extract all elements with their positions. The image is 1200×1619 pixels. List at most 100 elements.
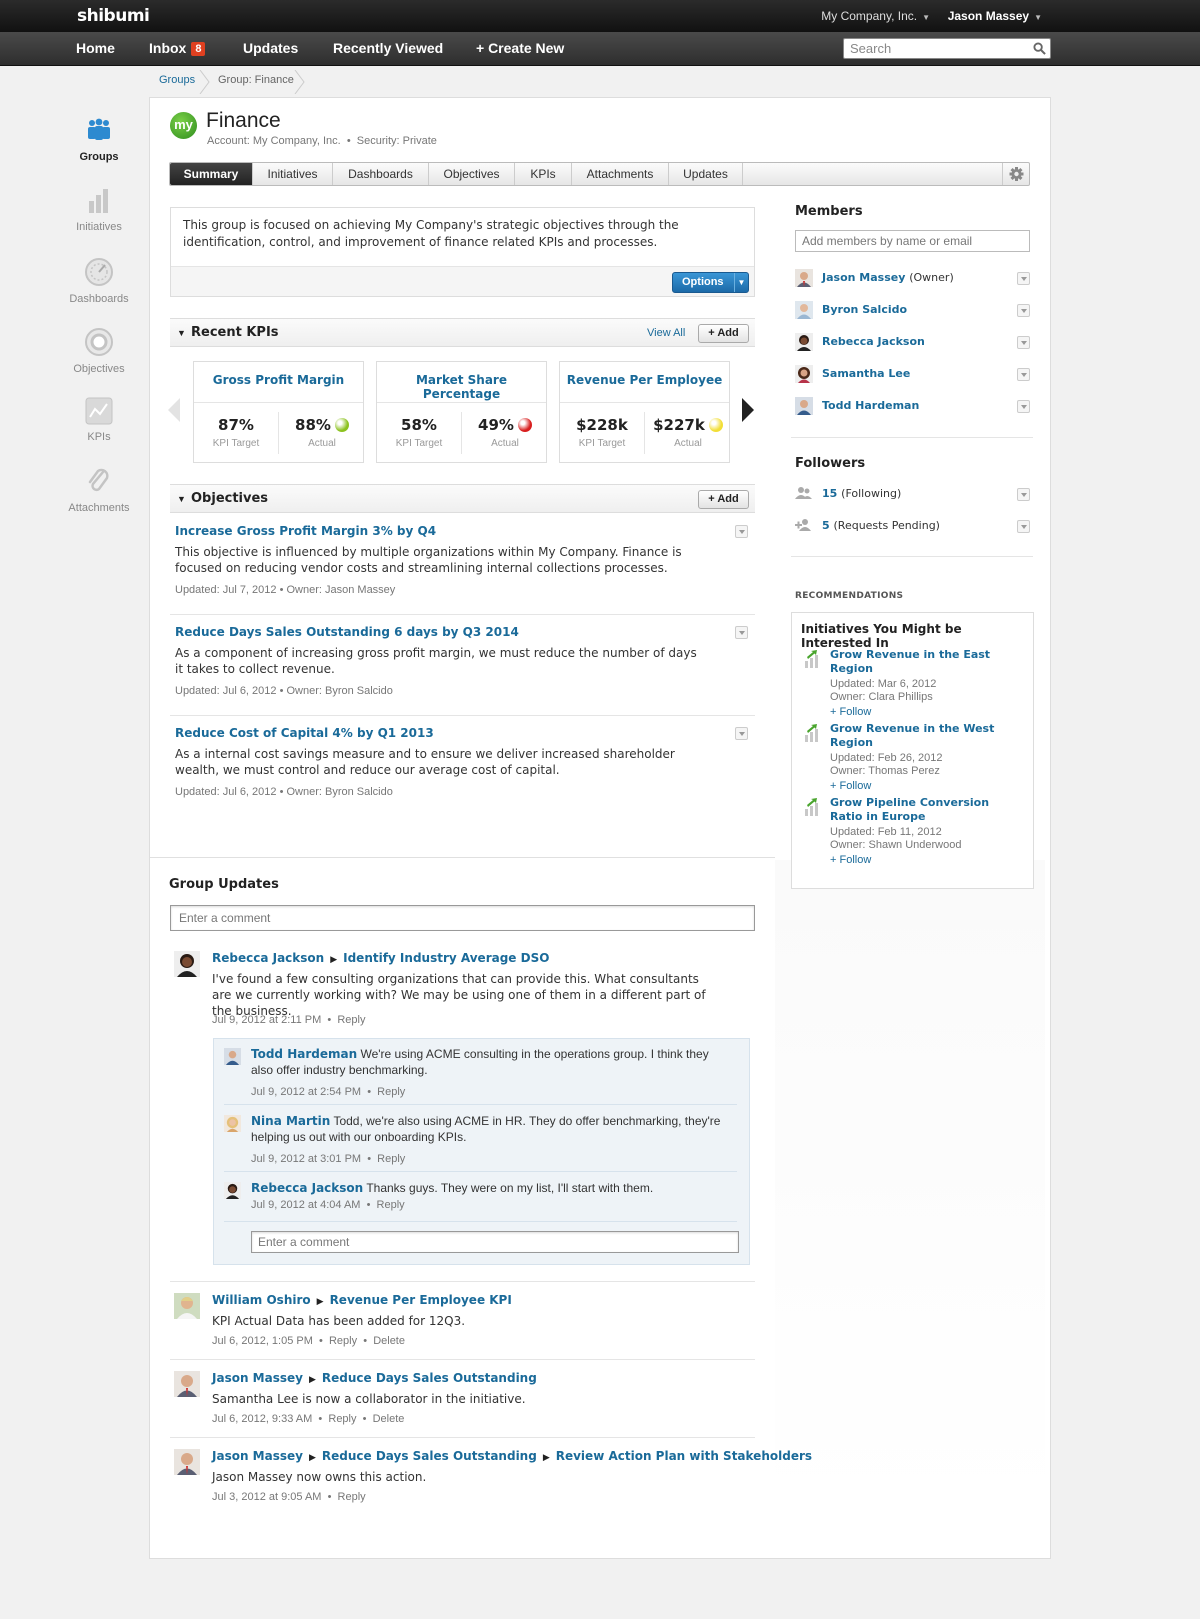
objective-title[interactable]: Reduce Days Sales Outstanding 6 days by …	[175, 625, 750, 639]
kpi-name[interactable]: Revenue Per Employee	[560, 373, 729, 387]
member-name[interactable]: Rebecca Jackson	[822, 335, 925, 348]
rail-dashboards[interactable]: Dashboards	[60, 257, 138, 305]
update-header: Jason Massey ▶ Reduce Days Sales Outstandi…	[212, 1449, 812, 1463]
member-menu-button[interactable]	[1017, 400, 1030, 413]
follow-button[interactable]: + Follow	[830, 780, 1020, 793]
tab-kpis[interactable]: KPIs	[515, 163, 572, 185]
avatar[interactable]	[174, 1371, 200, 1397]
breadcrumb-groups[interactable]: Groups	[159, 74, 195, 86]
rail-groups[interactable]: Groups	[60, 117, 138, 163]
recommendation-title[interactable]: Grow Pipeline Conversion Ratio in Europe	[830, 796, 1020, 824]
nav-home[interactable]: Home	[76, 40, 115, 56]
app-logo[interactable]: shibumi	[77, 6, 150, 26]
avatar[interactable]	[174, 951, 200, 977]
follow-button[interactable]: + Follow	[830, 706, 1020, 719]
view-all-link[interactable]: View All	[647, 327, 685, 339]
search-input[interactable]: Search	[843, 38, 1051, 59]
tab-updates[interactable]: Updates	[669, 163, 743, 185]
avatar[interactable]	[224, 1048, 241, 1065]
group-updates-title: Group Updates	[169, 877, 279, 892]
recommendation-title[interactable]: Grow Revenue in the West Region	[830, 722, 1020, 750]
update-target[interactable]: Reduce Days Sales Outstanding	[322, 1449, 537, 1463]
member-name[interactable]: Byron Salcido	[822, 303, 907, 316]
nav-create-new[interactable]: + Create New	[476, 40, 564, 56]
kpi-actual: 49%	[462, 416, 548, 434]
nav-recently-viewed[interactable]: Recently Viewed	[333, 40, 443, 56]
comment-input[interactable]: Enter a comment	[170, 905, 755, 931]
update-target[interactable]: Identify Industry Average DSO	[343, 951, 549, 965]
reply-link[interactable]: Reply	[337, 1014, 365, 1026]
avatar[interactable]	[174, 1293, 200, 1319]
recommendation-title[interactable]: Grow Revenue in the East Region	[830, 648, 1020, 676]
reply-author[interactable]: Nina Martin	[251, 1114, 330, 1128]
add-objective-button[interactable]: + Add	[698, 490, 749, 509]
reply-link[interactable]: Reply	[338, 1491, 366, 1503]
reply-author[interactable]: Rebecca Jackson	[251, 1181, 363, 1195]
objective-menu-button[interactable]	[735, 626, 748, 639]
followers-menu-button[interactable]	[1017, 488, 1030, 501]
reply-link[interactable]: Reply	[329, 1335, 357, 1347]
avatar[interactable]	[174, 1449, 200, 1475]
settings-button[interactable]	[1002, 163, 1029, 185]
update-author[interactable]: Jason Massey	[212, 1449, 303, 1463]
member-name[interactable]: Samantha Lee	[822, 367, 910, 380]
rail-attachments[interactable]: Attachments	[60, 466, 138, 514]
kpi-name[interactable]: Market Share Percentage	[377, 373, 546, 401]
reply-input[interactable]: Enter a comment	[251, 1231, 739, 1253]
update-author[interactable]: William Oshiro	[212, 1293, 311, 1307]
member-menu-button[interactable]	[1017, 336, 1030, 349]
objective-title[interactable]: Reduce Cost of Capital 4% by Q1 2013	[175, 726, 750, 740]
reply-link[interactable]: Reply	[328, 1413, 356, 1425]
nav-updates[interactable]: Updates	[243, 40, 298, 56]
carousel-next-icon[interactable]	[741, 398, 755, 422]
add-kpi-button[interactable]: + Add	[698, 324, 749, 343]
tab-summary[interactable]: Summary	[170, 163, 253, 185]
avatar[interactable]	[224, 1115, 241, 1132]
objective-menu-button[interactable]	[735, 525, 748, 538]
kpi-card[interactable]: Revenue Per Employee $228k KPI Target $2…	[559, 361, 730, 463]
tab-dashboards[interactable]: Dashboards	[333, 163, 429, 185]
pending-count[interactable]: 5 (Requests Pending)	[822, 519, 940, 532]
add-members-input[interactable]: Add members by name or email	[795, 230, 1030, 252]
company-switcher[interactable]: My Company, Inc. ▼	[821, 9, 930, 23]
kpi-card[interactable]: Gross Profit Margin 87% KPI Target 88% A…	[193, 361, 364, 463]
collapse-triangle-icon[interactable]: ▼	[177, 494, 186, 504]
reply-link[interactable]: Reply	[377, 1153, 405, 1165]
chevron-down-icon[interactable]: ▼	[734, 273, 748, 292]
member-menu-button[interactable]	[1017, 368, 1030, 381]
kpi-card[interactable]: Market Share Percentage 58% KPI Target 4…	[376, 361, 547, 463]
rail-objectives[interactable]: Objectives	[60, 327, 138, 375]
update-author[interactable]: Rebecca Jackson	[212, 951, 324, 965]
reply-link[interactable]: Reply	[377, 1199, 405, 1211]
reply-link[interactable]: Reply	[377, 1086, 405, 1098]
user-menu[interactable]: Jason Massey ▼	[948, 9, 1042, 23]
update-target[interactable]: Revenue Per Employee KPI	[330, 1293, 512, 1307]
objective-menu-button[interactable]	[735, 727, 748, 740]
kpi-name[interactable]: Gross Profit Margin	[194, 373, 363, 387]
member-name[interactable]: Jason Massey (Owner)	[822, 271, 954, 284]
delete-link[interactable]: Delete	[373, 1413, 405, 1425]
update-target[interactable]: Reduce Days Sales Outstanding	[322, 1371, 537, 1385]
search-icon[interactable]	[1033, 42, 1046, 55]
nav-inbox[interactable]: Inbox 8	[149, 40, 206, 56]
reply-author[interactable]: Todd Hardeman	[251, 1047, 357, 1061]
avatar[interactable]	[224, 1182, 241, 1199]
member-menu-button[interactable]	[1017, 304, 1030, 317]
member-name[interactable]: Todd Hardeman	[822, 399, 919, 412]
rail-initiatives[interactable]: Initiatives	[60, 187, 138, 233]
tab-attachments[interactable]: Attachments	[572, 163, 669, 185]
following-count[interactable]: 15 (Following)	[822, 487, 901, 500]
carousel-prev-icon[interactable]	[168, 398, 182, 422]
update-author[interactable]: Jason Massey	[212, 1371, 303, 1385]
collapse-triangle-icon[interactable]: ▼	[177, 328, 186, 338]
update-target[interactable]: Review Action Plan with Stakeholders	[556, 1449, 812, 1463]
delete-link[interactable]: Delete	[373, 1335, 405, 1347]
options-button[interactable]: Options ▼	[672, 272, 749, 293]
pending-menu-button[interactable]	[1017, 520, 1030, 533]
objective-title[interactable]: Increase Gross Profit Margin 3% by Q4	[175, 524, 750, 538]
tab-initiatives[interactable]: Initiatives	[253, 163, 333, 185]
rail-kpis[interactable]: KPIs	[60, 397, 138, 443]
follow-button[interactable]: + Follow	[830, 854, 1020, 867]
member-menu-button[interactable]	[1017, 272, 1030, 285]
tab-objectives[interactable]: Objectives	[429, 163, 515, 185]
